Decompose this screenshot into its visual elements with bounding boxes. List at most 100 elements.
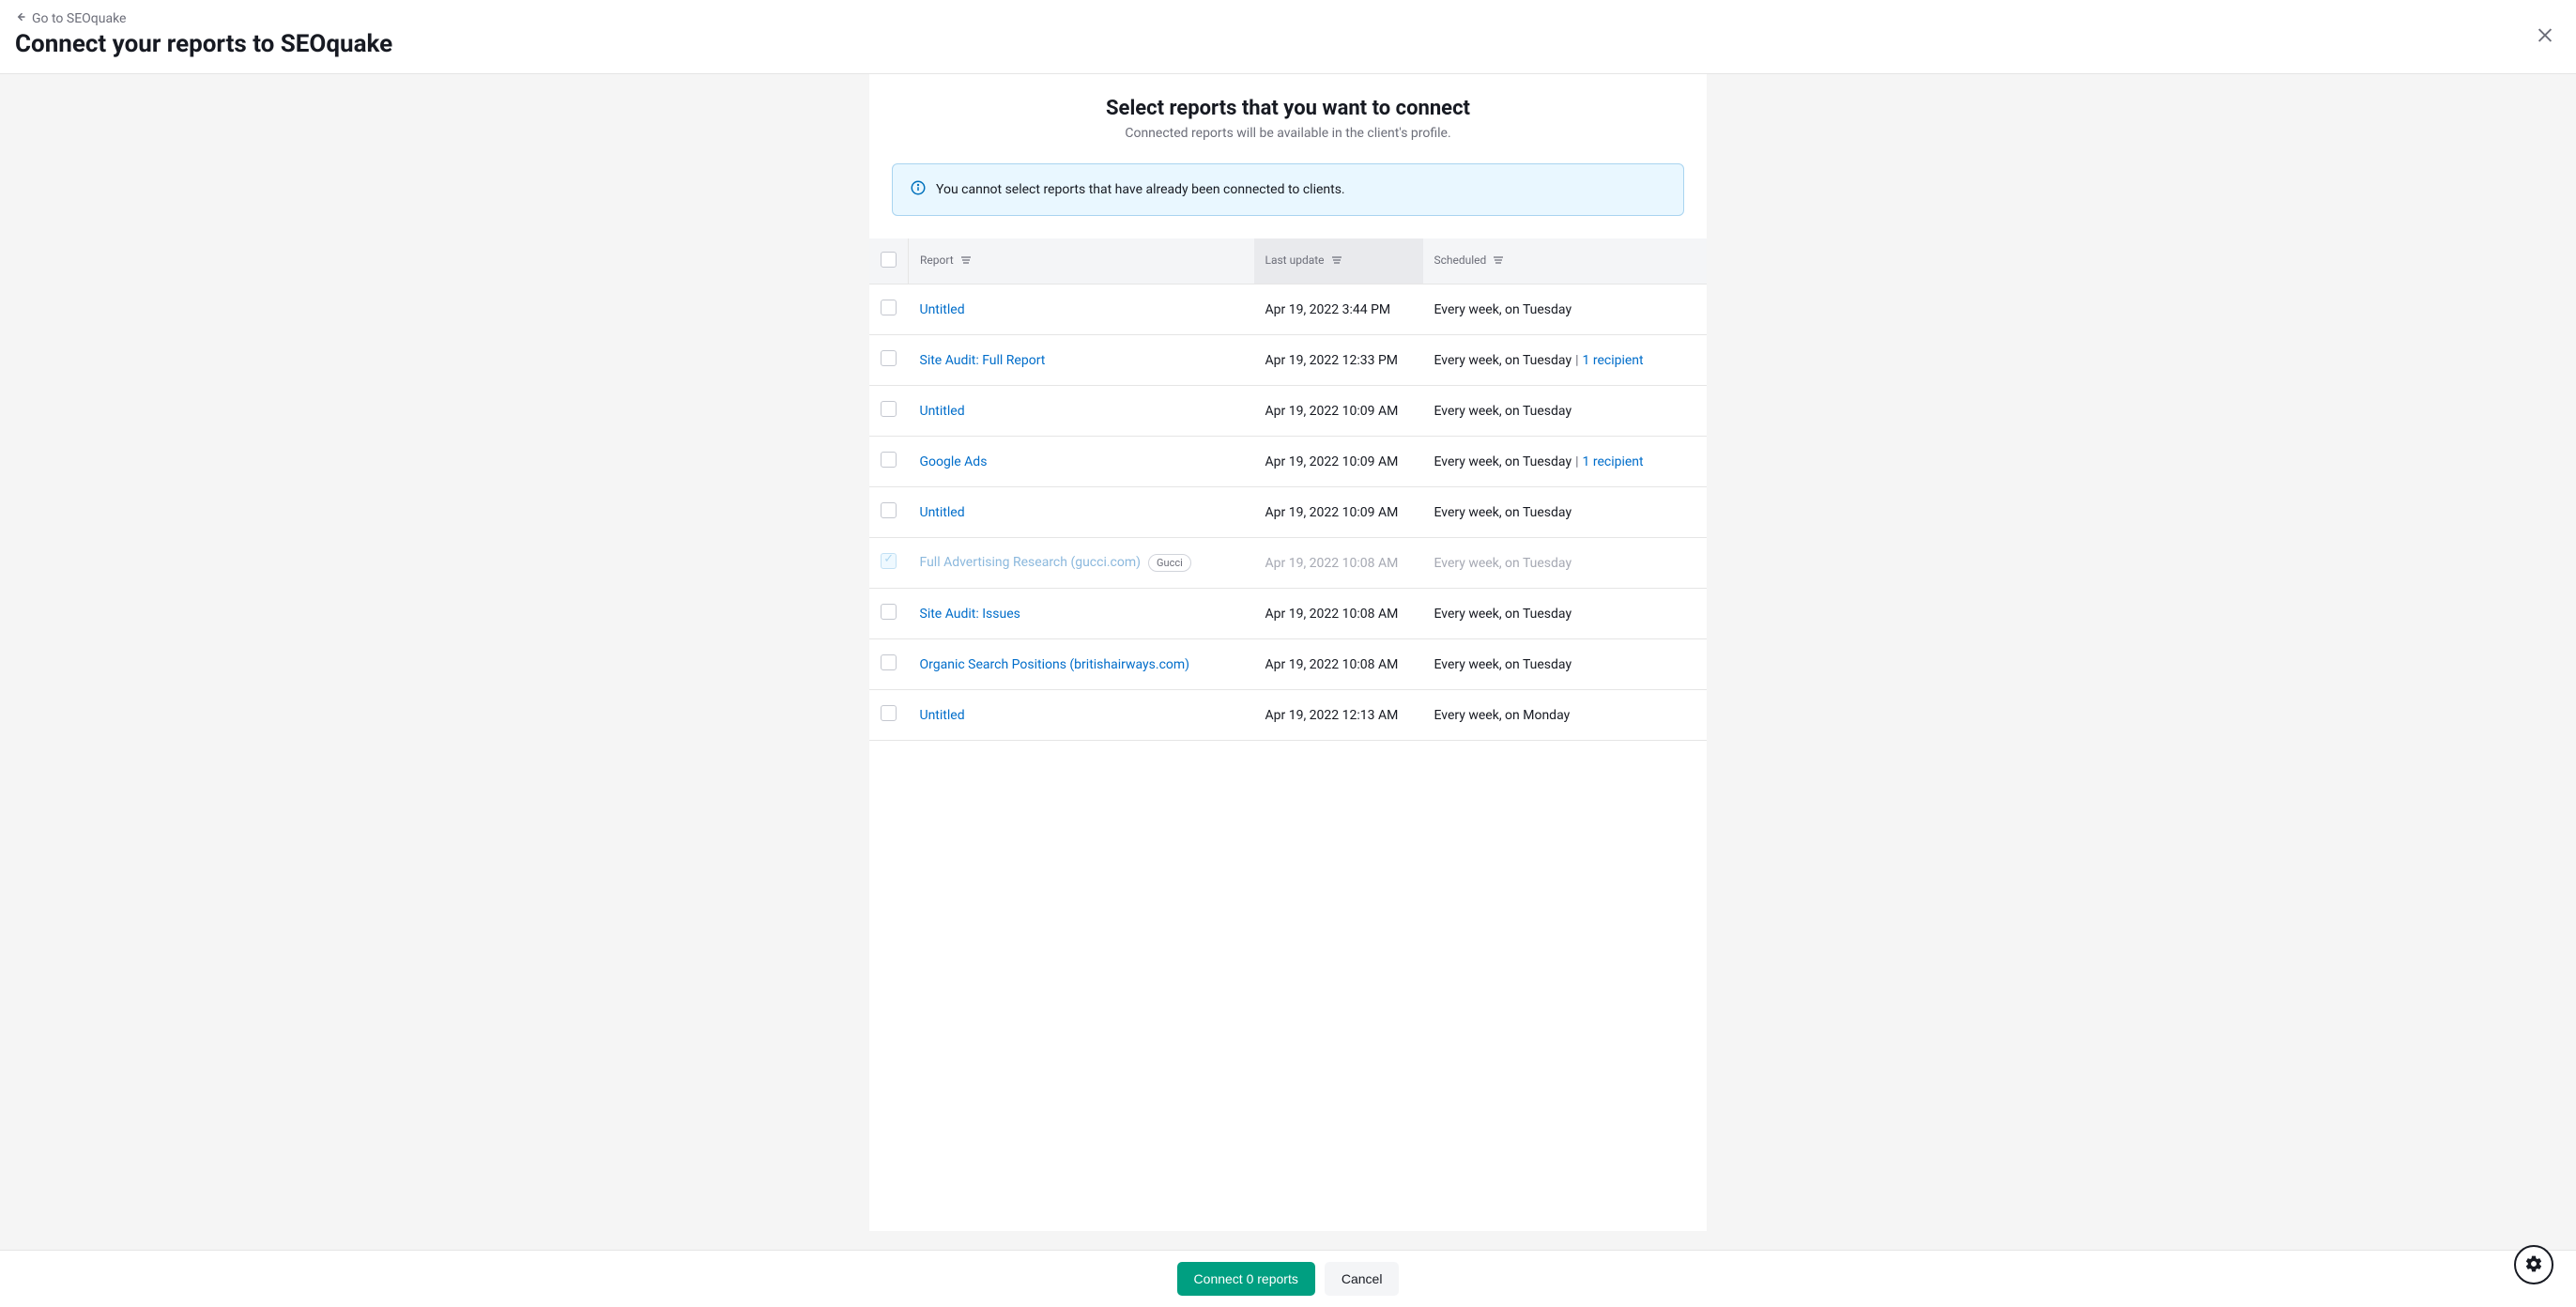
report-link[interactable]: Untitled (920, 404, 965, 419)
connect-button[interactable]: Connect 0 reports (1177, 1262, 1315, 1296)
report-name-cell: Untitled (909, 690, 1254, 741)
report-link[interactable]: Full Advertising Research (gucci.com) (920, 555, 1142, 570)
report-name-cell: Organic Search Positions (britishairways… (909, 639, 1254, 690)
table-row: Untitled Apr 19, 2022 10:09 AM Every week,… (869, 386, 1707, 437)
report-name-cell: Full Advertising Research (gucci.com) Guc… (909, 538, 1254, 589)
scheduled-text: Every week, on Tuesday (1434, 556, 1572, 571)
row-checkbox[interactable] (881, 604, 897, 620)
top-bar: Go to SEOquake Connect your reports to S… (0, 0, 2576, 74)
row-checkbox (881, 553, 897, 569)
scheduled-text: Every week, on Tuesday (1434, 505, 1572, 520)
sort-icon (1331, 254, 1342, 269)
header-last-update-label: Last update (1265, 254, 1325, 267)
table-row: Full Advertising Research (gucci.com) Guc… (869, 538, 1707, 589)
report-name-cell: Untitled (909, 487, 1254, 538)
report-name-cell: Untitled (909, 386, 1254, 437)
sort-icon (960, 254, 972, 269)
table-row: Site Audit: Full Report Apr 19, 2022 12:3… (869, 335, 1707, 386)
header-last-update[interactable]: Last update (1254, 238, 1423, 284)
row-checkbox-cell (869, 639, 909, 690)
gear-icon (2524, 1254, 2543, 1276)
cancel-button[interactable]: Cancel (1325, 1262, 1400, 1296)
arrow-left-icon (15, 11, 26, 26)
last-update-cell: Apr 19, 2022 3:44 PM (1254, 284, 1423, 335)
scheduled-text: Every week, on Tuesday (1434, 353, 1572, 368)
table-row: Site Audit: Issues Apr 19, 2022 10:08 AM E… (869, 589, 1707, 639)
scheduled-text: Every week, on Tuesday (1434, 657, 1572, 672)
row-checkbox-cell (869, 335, 909, 386)
report-name-cell: Untitled (909, 284, 1254, 335)
settings-fab[interactable] (2514, 1245, 2553, 1284)
close-button[interactable] (2529, 20, 2561, 54)
scheduled-cell: Every week, on Tuesday (1423, 639, 1708, 690)
row-checkbox-cell (869, 386, 909, 437)
separator: | (1575, 454, 1578, 469)
row-checkbox[interactable] (881, 300, 897, 315)
scheduled-text: Every week, on Tuesday (1434, 404, 1572, 419)
table-row: Google AdsApr 19, 2022 10:09 AMEvery wee… (869, 437, 1707, 487)
footer-bar: Connect 0 reports Cancel (0, 1250, 2576, 1307)
last-update-cell: Apr 19, 2022 10:08 AM (1254, 589, 1423, 639)
recipients-link[interactable]: 1 recipient (1583, 353, 1644, 368)
table-row: UntitledApr 19, 2022 12:13 AMEvery week,… (869, 690, 1707, 741)
last-update-cell: Apr 19, 2022 10:09 AM (1254, 386, 1423, 437)
scheduled-text: Every week, on Monday (1434, 708, 1571, 723)
report-link[interactable]: Untitled (920, 505, 965, 520)
row-checkbox-cell (869, 437, 909, 487)
row-checkbox[interactable] (881, 654, 897, 670)
select-all-checkbox[interactable] (881, 252, 897, 268)
header-report[interactable]: Report (909, 238, 1254, 284)
scheduled-cell: Every week, on Tuesday (1423, 589, 1708, 639)
table-row: Untitled Apr 19, 2022 3:44 PM Every week, … (869, 284, 1707, 335)
report-name-cell: Site Audit: Full Report (909, 335, 1254, 386)
report-link[interactable]: Untitled (920, 708, 965, 723)
main-panel: Select reports that you want to connect … (869, 74, 1707, 1231)
scheduled-cell: Every week, on Tuesday (1423, 487, 1708, 538)
separator: | (1575, 353, 1578, 368)
page-title: Connect your reports to SEOquake (15, 30, 2561, 58)
info-text: You cannot select reports that have alre… (936, 182, 1345, 197)
back-link[interactable]: Go to SEOquake (15, 11, 126, 26)
row-checkbox-cell (869, 538, 909, 589)
scheduled-cell: Every week, on Tuesday (1423, 386, 1708, 437)
report-link[interactable]: Google Ads (920, 454, 988, 469)
row-checkbox[interactable] (881, 705, 897, 721)
report-link[interactable]: Organic Search Positions (britishairways… (920, 657, 1190, 672)
info-icon (910, 179, 927, 200)
sort-icon (1493, 254, 1504, 269)
last-update-cell: Apr 19, 2022 10:08 AM (1254, 639, 1423, 690)
reports-table: Report Last update Scheduled (869, 238, 1707, 741)
recipients-link[interactable]: 1 recipient (1583, 454, 1644, 469)
report-link[interactable]: Site Audit: Issues (920, 607, 1020, 622)
scheduled-text: Every week, on Tuesday (1434, 607, 1572, 622)
report-link[interactable]: Untitled (920, 302, 965, 317)
panel-title: Select reports that you want to connect (892, 97, 1684, 120)
report-name-cell: Site Audit: Issues (909, 589, 1254, 639)
last-update-cell: Apr 19, 2022 10:09 AM (1254, 487, 1423, 538)
row-checkbox[interactable] (881, 350, 897, 366)
row-checkbox[interactable] (881, 401, 897, 417)
last-update-cell: Apr 19, 2022 10:08 AM (1254, 538, 1423, 589)
close-icon (2535, 35, 2555, 49)
row-checkbox[interactable] (881, 502, 897, 518)
header-checkbox-cell (869, 238, 909, 284)
last-update-cell: Apr 19, 2022 12:33 PM (1254, 335, 1423, 386)
report-link[interactable]: Site Audit: Full Report (920, 353, 1046, 368)
row-checkbox-cell (869, 284, 909, 335)
row-checkbox[interactable] (881, 452, 897, 468)
scheduled-text: Every week, on Tuesday (1434, 302, 1572, 317)
report-name-cell: Google Ads (909, 437, 1254, 487)
last-update-cell: Apr 19, 2022 10:09 AM (1254, 437, 1423, 487)
row-checkbox-cell (869, 487, 909, 538)
report-tag: Gucci (1148, 554, 1191, 572)
header-scheduled-label: Scheduled (1434, 254, 1487, 267)
info-box: You cannot select reports that have alre… (892, 163, 1684, 216)
scheduled-cell: Every week, on Tuesday (1423, 538, 1708, 589)
scheduled-cell: Every week, on Monday (1423, 690, 1708, 741)
header-report-label: Report (920, 254, 954, 267)
header-scheduled[interactable]: Scheduled (1423, 238, 1708, 284)
table-row: Untitled Apr 19, 2022 10:09 AM Every week,… (869, 487, 1707, 538)
table-row: Organic Search Positions (britishairways… (869, 639, 1707, 690)
panel-subtitle: Connected reports will be available in t… (892, 126, 1684, 141)
row-checkbox-cell (869, 589, 909, 639)
